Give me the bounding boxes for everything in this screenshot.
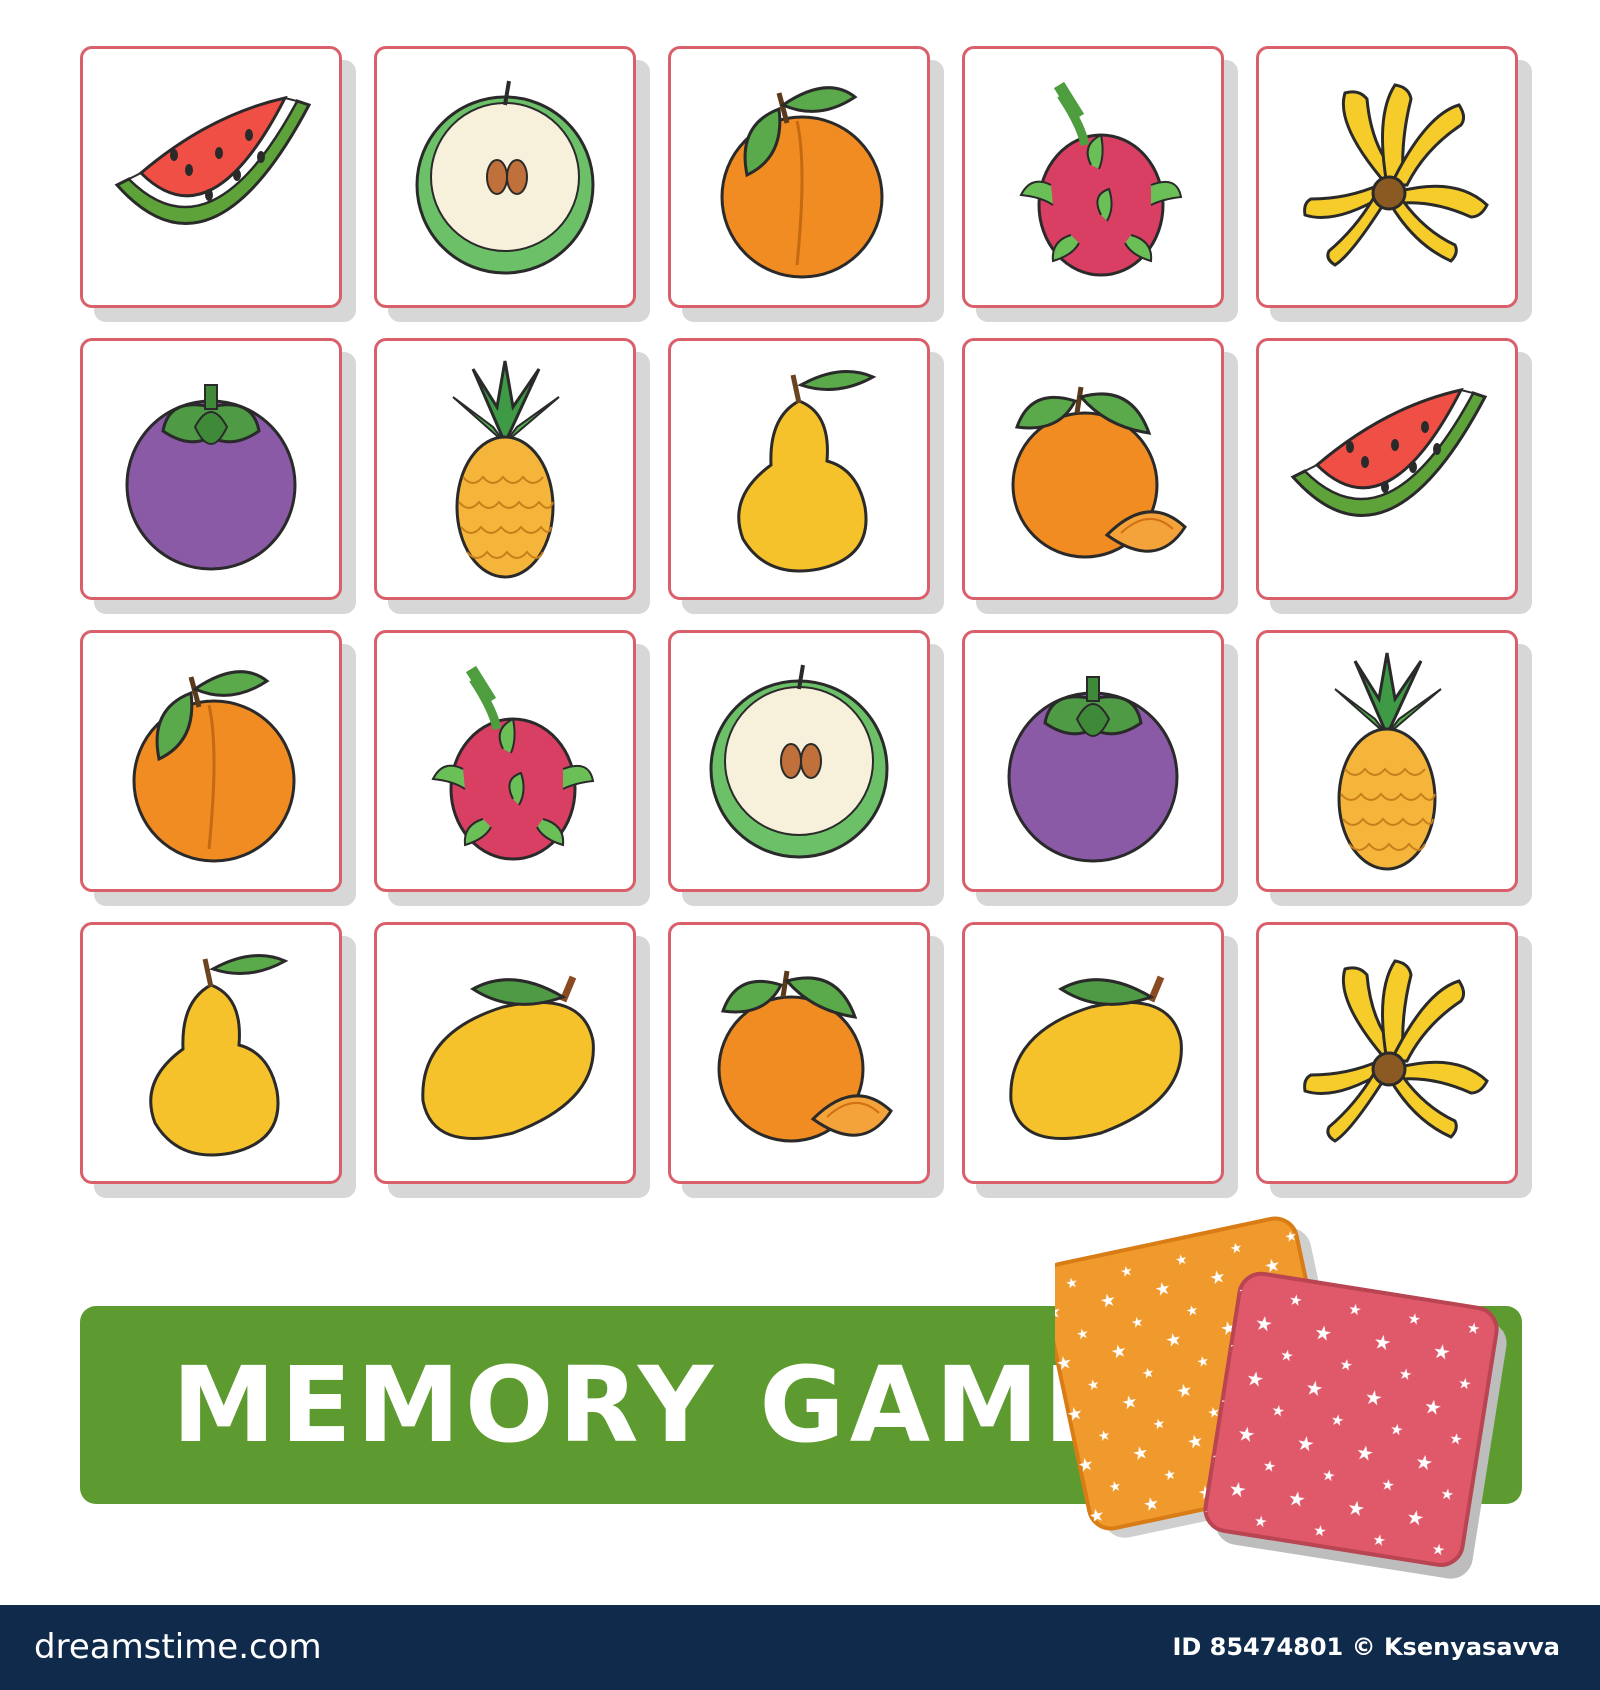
memory-card[interactable] <box>1256 922 1518 1184</box>
dragon-fruit-icon <box>1019 81 1183 277</box>
apple-icon <box>709 664 889 859</box>
game-title: MEMORY GAME <box>172 1344 1120 1466</box>
memory-card[interactable] <box>1256 338 1518 600</box>
watermelon-icon <box>114 95 312 225</box>
peach-icon <box>132 670 296 863</box>
dragon-fruit-icon <box>431 665 595 861</box>
card-backs: ★ ★ ★ ★ <box>1055 1216 1507 1579</box>
memory-card[interactable] <box>962 630 1224 892</box>
pineapple-icon <box>1334 652 1442 871</box>
tangerine-icon <box>1011 386 1187 559</box>
memory-card[interactable] <box>374 338 636 600</box>
memory-card[interactable] <box>668 46 930 308</box>
memory-card[interactable] <box>374 46 636 308</box>
mangosteen-icon <box>125 384 297 571</box>
memory-card[interactable] <box>374 630 636 892</box>
memory-card[interactable] <box>80 922 342 1184</box>
brand-wordmark: dreamstime.com <box>34 1627 322 1667</box>
memory-card[interactable] <box>668 922 930 1184</box>
mangosteen-icon <box>1007 676 1179 863</box>
pear-icon <box>737 370 877 573</box>
image-id: ID 85474801 © Ksenyasavva <box>1172 1633 1560 1661</box>
mango-icon <box>1009 975 1183 1140</box>
memory-card[interactable] <box>80 46 342 308</box>
memory-card[interactable] <box>1256 46 1518 308</box>
apple-icon <box>415 80 595 275</box>
banana-icon <box>1303 83 1489 267</box>
footer-bar: dreamstime.com ID 85474801 © Ksenyasavva <box>0 1605 1600 1690</box>
peach-icon <box>720 86 884 279</box>
memory-card[interactable] <box>962 922 1224 1184</box>
memory-card[interactable] <box>1256 630 1518 892</box>
memory-card[interactable] <box>80 338 342 600</box>
card-back-red <box>1203 1271 1507 1579</box>
memory-card[interactable] <box>962 46 1224 308</box>
memory-card[interactable] <box>374 922 636 1184</box>
watermelon-icon <box>1290 387 1488 517</box>
memory-card[interactable] <box>962 338 1224 600</box>
pineapple-icon <box>452 360 560 579</box>
tangerine-icon <box>717 970 893 1143</box>
mango-icon <box>421 975 595 1140</box>
pear-icon <box>149 954 289 1157</box>
memory-card[interactable] <box>80 630 342 892</box>
memory-card[interactable] <box>668 338 930 600</box>
memory-card[interactable] <box>668 630 930 892</box>
card-grid <box>0 0 1600 1210</box>
banana-icon <box>1303 959 1489 1143</box>
